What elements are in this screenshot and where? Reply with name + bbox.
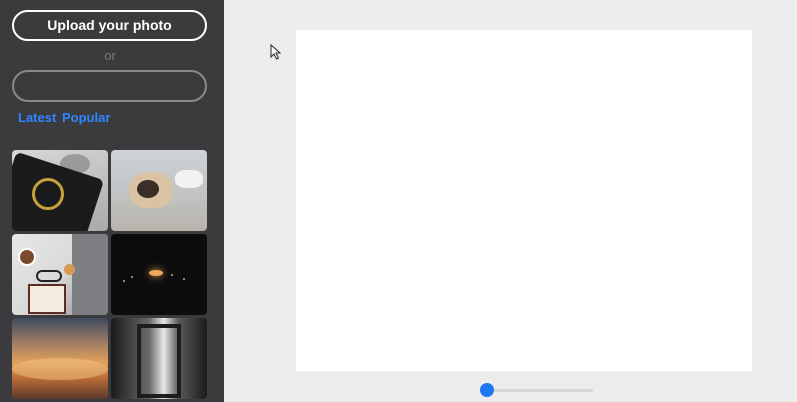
light-dot <box>171 274 173 276</box>
photo-thumbnail-desk[interactable] <box>12 234 108 315</box>
photo-thumbnail-night-city[interactable] <box>111 234 207 315</box>
pug-face-shape <box>137 180 159 198</box>
light-dot <box>131 276 133 278</box>
book-shape <box>28 284 66 314</box>
emblem-icon <box>32 178 64 210</box>
photo-thumbnail-sunset[interactable] <box>12 318 108 399</box>
tab-popular[interactable]: Popular <box>62 110 110 125</box>
photo-thumbnail-pug[interactable] <box>111 150 207 231</box>
light-glow <box>149 270 163 276</box>
orange-shape <box>64 264 75 275</box>
photo-thumbnail-light-rays[interactable] <box>111 318 207 399</box>
toy-shape <box>175 170 203 188</box>
cloth-shape <box>72 234 108 315</box>
mouse-cursor-icon <box>270 44 282 60</box>
sidebar: Upload your photo or Latest Popular <box>0 0 224 402</box>
light-dot <box>183 278 185 280</box>
zoom-slider-handle[interactable] <box>480 383 494 397</box>
design-canvas[interactable] <box>296 30 752 371</box>
photo-thumbnail-notebook[interactable] <box>12 150 108 231</box>
glasses-icon <box>36 270 62 282</box>
photo-search-input[interactable] <box>12 70 207 102</box>
upload-photo-button[interactable]: Upload your photo <box>12 10 207 41</box>
cloud-shape <box>12 358 108 380</box>
cup-shape <box>18 248 36 266</box>
light-dot <box>123 280 125 282</box>
or-separator: or <box>104 48 116 63</box>
tab-latest[interactable]: Latest <box>18 110 56 125</box>
window-frame-shape <box>137 324 181 398</box>
zoom-slider-track[interactable] <box>482 389 593 392</box>
